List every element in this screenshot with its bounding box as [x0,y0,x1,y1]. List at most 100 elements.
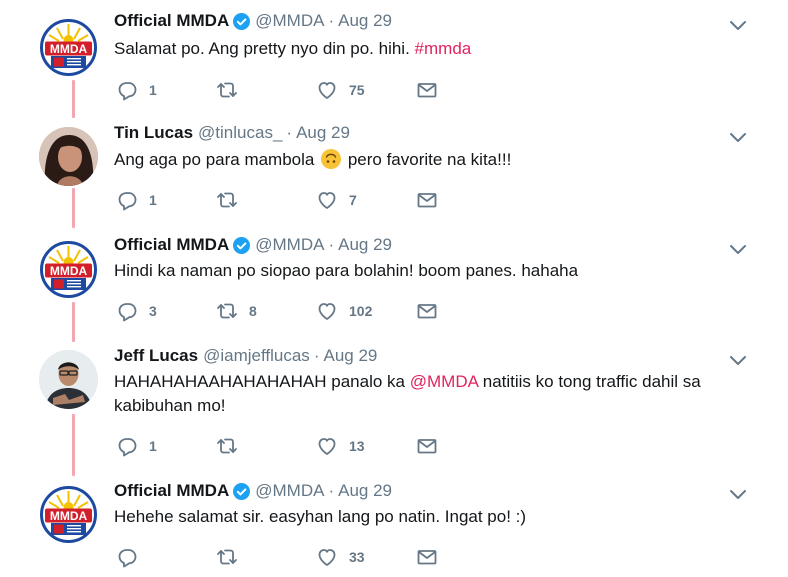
tweet-header: Jeff Lucas @iamjefflucas · Aug 29 [114,346,377,366]
display-name[interactable]: Official MMDA [114,481,229,501]
reply-icon [118,438,137,457]
like-icon [318,438,336,455]
user-handle[interactable]: @MMDA [255,481,324,501]
message-icon [417,83,437,98]
like-button[interactable]: 13 [316,435,365,457]
user-handle[interactable]: @MMDA [255,11,324,31]
tweet-header: Official MMDA @MMDA · Aug 29 [114,235,392,255]
user-handle[interactable]: @tinlucas_ [198,123,282,143]
retweet-button[interactable]: 8 [216,300,257,322]
message-icon [417,439,437,454]
reply-icon [118,82,137,101]
upside-down-face-icon [321,149,342,169]
tweet-text-body: pero favorite na kita!!! [347,150,512,169]
display-name[interactable]: Tin Lucas [114,123,193,143]
reply-button[interactable] [116,546,149,568]
reply-button[interactable]: 3 [116,300,157,322]
tweet[interactable]: MMDA Official MMDA @MMDA · Aug 29 Hindi … [0,222,788,332]
like-icon [318,549,336,566]
separator-dot: · [328,11,335,30]
mmda-avatar[interactable]: MMDA [39,485,98,544]
tweet-text: Ang aga po para mambola pero favorite na… [114,148,734,172]
chevron-down-icon[interactable] [729,244,747,256]
tweet-header: Official MMDA @MMDA · Aug 29 [114,11,392,31]
verified-badge-icon [233,482,251,500]
retweet-button[interactable] [216,79,249,101]
message-button[interactable] [416,435,438,457]
like-icon [318,82,336,99]
mmda-avatar[interactable]: MMDA [39,240,98,299]
separator-dot: · [286,123,293,142]
reply-icon [118,192,137,211]
like-count: 33 [349,549,365,565]
retweet-icon [217,303,237,319]
chevron-down-icon[interactable] [729,489,747,501]
separator-dot: · [328,481,335,500]
reply-button[interactable]: 1 [116,189,157,211]
message-button[interactable] [416,300,438,322]
message-button[interactable] [416,189,438,211]
reply-count: 1 [149,82,157,98]
tweet-timestamp[interactable]: Aug 29 [338,11,392,31]
tweet-text: Salamat po. Ang pretty nyo din po. hihi.… [114,37,734,61]
chevron-down-icon[interactable] [729,355,747,367]
mmda-logo-text: MMDA [50,264,88,278]
retweet-icon [217,549,237,565]
display-name[interactable]: Official MMDA [114,235,229,255]
tweet-timestamp[interactable]: Aug 29 [338,481,392,501]
like-button[interactable]: 102 [316,300,372,322]
retweet-icon [217,82,237,98]
tweet[interactable]: Jeff Lucas @iamjefflucas · Aug 29 HAHAHA… [0,332,788,467]
tweet-text-body: Ang aga po para mambola [114,150,315,169]
separator-dot: · [313,346,320,365]
like-icon [318,303,336,320]
retweet-button[interactable] [216,189,249,211]
retweet-count: 8 [249,303,257,319]
reply-count: 1 [149,438,157,454]
like-button[interactable]: 33 [316,546,365,568]
message-icon [417,550,437,565]
display-name[interactable]: Official MMDA [114,11,229,31]
separator-dot: · [328,235,335,254]
tin-lucas-avatar[interactable] [39,127,98,186]
mmda-avatar[interactable]: MMDA [39,18,98,77]
tweet-actions: 3 8 102 [114,300,514,322]
tweet-header: Tin Lucas @tinlucas_ · Aug 29 [114,123,350,143]
tweet-header: Official MMDA @MMDA · Aug 29 [114,481,392,501]
hashtag-link[interactable]: #mmda [415,39,472,58]
like-button[interactable]: 7 [316,189,357,211]
tweet-timestamp[interactable]: Aug 29 [296,123,350,143]
tweet[interactable]: MMDA Official MMDA @MMDA · Aug 29 Salama… [0,0,788,110]
tweet-text: Hindi ka naman po siopao para bolahin! b… [114,259,734,283]
like-icon [318,192,336,209]
tweet[interactable]: Tin Lucas @tinlucas_ · Aug 29 Ang aga po… [0,110,788,222]
reply-button[interactable]: 1 [116,435,157,457]
chevron-down-icon[interactable] [729,20,747,32]
retweet-icon [217,192,237,208]
user-handle[interactable]: @MMDA [255,235,324,255]
tweet-timestamp[interactable]: Aug 29 [338,235,392,255]
message-button[interactable] [416,79,438,101]
tweet-text-body: Salamat po. Ang pretty nyo din po. hihi. [114,39,410,58]
mmda-logo-text: MMDA [50,42,88,56]
reply-count: 3 [149,303,157,319]
retweet-button[interactable] [216,435,249,457]
like-count: 102 [349,303,373,319]
mmda-logo-text: MMDA [50,509,88,523]
mention-link[interactable]: @MMDA [410,372,478,391]
tweet-timestamp[interactable]: Aug 29 [323,346,377,366]
like-count: 7 [349,192,357,208]
jeff-lucas-avatar[interactable] [39,350,98,409]
display-name[interactable]: Jeff Lucas [114,346,198,366]
tweet-actions: 1 75 [114,79,514,101]
retweet-icon [217,438,237,454]
reply-button[interactable]: 1 [116,79,157,101]
retweet-button[interactable] [216,546,249,568]
like-button[interactable]: 75 [316,79,365,101]
message-button[interactable] [416,546,438,568]
tweet[interactable]: MMDA Official MMDA @MMDA · Aug 29 Hehehe… [0,467,788,577]
chevron-down-icon[interactable] [729,132,747,144]
like-count: 13 [349,438,365,454]
reply-icon [118,549,137,568]
user-handle[interactable]: @iamjefflucas [203,346,310,366]
